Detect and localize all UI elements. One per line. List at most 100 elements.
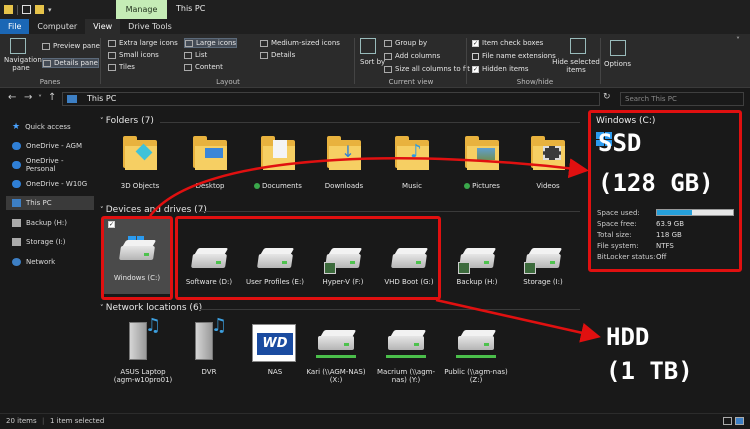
network-item[interactable]: Macrium (\\agm-nas) (Y:) (374, 326, 438, 384)
details-pane-button[interactable]: Details pane (42, 58, 99, 68)
recent-locations-icon[interactable]: ˅ (38, 94, 42, 103)
drive-item[interactable]: Backup (H:) (446, 242, 508, 286)
checkbox[interactable]: ✓ (472, 39, 479, 47)
layout-small-icons[interactable]: Small icons (108, 51, 159, 59)
checkbox[interactable] (472, 52, 479, 60)
tab-computer[interactable]: Computer (29, 19, 85, 34)
layout-medium-icons[interactable]: Medium-sized icons (260, 39, 340, 47)
quick-access-toolbar: ▾ (4, 4, 52, 15)
folder-item[interactable]: Documents (248, 134, 308, 190)
sort-by-button[interactable]: Sort by (360, 58, 385, 66)
sidebar-item-network[interactable]: Network (6, 255, 94, 269)
backup-badge-icon (458, 262, 470, 274)
section-header-devices[interactable]: ˅ Devices and drives (7) (100, 205, 207, 215)
tiles-icon (108, 63, 116, 71)
address-field[interactable]: This PC (62, 92, 600, 106)
layout-large-icons[interactable]: Large icons (184, 38, 238, 48)
folder-item[interactable]: ♪ Music (382, 134, 442, 190)
navigation-pane-icon (10, 38, 26, 54)
network-item[interactable]: Kari (\\AGM-NAS) (X:) (306, 326, 366, 384)
new-folder-icon[interactable] (35, 5, 44, 14)
properties-icon[interactable] (22, 5, 31, 14)
folder-icon: ♪ (395, 134, 429, 170)
item-check-boxes-toggle[interactable]: ✓ Item check boxes (472, 39, 543, 47)
sidebar-item-onedrive-w10g[interactable]: OneDrive - W10G (6, 177, 94, 191)
document-icon (273, 140, 287, 158)
folder-icon: ↓ (327, 134, 361, 170)
checkbox[interactable]: ✓ (472, 65, 479, 73)
forward-arrow-icon[interactable]: → (24, 92, 32, 103)
layout-tiles[interactable]: Tiles (108, 63, 135, 71)
details-view-icon[interactable] (723, 417, 732, 425)
network-item[interactable]: WD NAS (244, 320, 306, 376)
tab-file[interactable]: File (0, 19, 30, 34)
network-item[interactable]: ♫ ASUS Laptop (agm-w10pro01) (112, 317, 174, 385)
group-by-button[interactable]: Group by (384, 39, 427, 47)
preview-pane-button[interactable]: Preview pane (42, 42, 100, 50)
large-icons-icon (185, 39, 193, 47)
sidebar-item-onedrive-personal[interactable]: OneDrive - Personal (6, 157, 94, 173)
sidebar-item-backup[interactable]: Backup (H:) (6, 216, 94, 230)
layout-group-label: Layout (216, 78, 240, 86)
checkbox-label: Hidden items (482, 65, 529, 73)
network-item[interactable]: ♫ DVR (180, 317, 238, 376)
cloud-icon (12, 161, 21, 169)
add-columns-button[interactable]: Add columns (384, 52, 440, 60)
sort-icon (360, 38, 376, 54)
details-highlight-box (588, 110, 742, 272)
layout-option-label: Tiles (119, 63, 135, 71)
star-icon: ★ (12, 122, 21, 132)
sidebar-item-this-pc[interactable]: This PC (6, 196, 94, 210)
network-item[interactable]: Public (\\agm-nas) (Z:) (444, 326, 508, 384)
layout-extra-large-icons[interactable]: Extra large icons (108, 39, 178, 47)
breadcrumb[interactable]: This PC (87, 94, 116, 103)
large-icons-view-icon[interactable] (735, 417, 744, 425)
network-drive-icon (384, 326, 428, 366)
hidden-items-toggle[interactable]: ✓ Hidden items (472, 65, 529, 73)
tab-view[interactable]: View (85, 19, 121, 34)
drive-item[interactable]: Storage (I:) (512, 242, 574, 286)
network-label: Macrium (\\agm-nas) (Y:) (376, 368, 435, 384)
section-header-folders[interactable]: ˅ Folders (7) (100, 116, 154, 126)
folder-item[interactable]: ↓ Downloads (314, 134, 374, 190)
folder-label: Pictures (472, 182, 500, 190)
section-header-network[interactable]: ˅ Network locations (6) (100, 303, 202, 313)
sidebar-item-storage[interactable]: Storage (I:) (6, 235, 94, 249)
folder-item[interactable]: 3D Objects (110, 134, 170, 190)
sidebar-item-label: Storage (I:) (26, 238, 66, 246)
options-button[interactable]: Options (604, 60, 631, 68)
folder-item[interactable]: Desktop (180, 134, 240, 190)
add-columns-label: Add columns (395, 52, 441, 60)
layout-details[interactable]: Details (260, 51, 295, 59)
panes-group: Navigation pane Preview pane Details pan… (4, 36, 100, 86)
navigation-pane-button[interactable]: Navigation pane (4, 56, 42, 72)
tab-drive-tools[interactable]: Drive Tools (120, 19, 180, 34)
ribbon-tabs: File Computer View Drive Tools (0, 19, 750, 34)
file-name-extensions-toggle[interactable]: File name extensions (472, 52, 556, 60)
drive-icon (12, 219, 21, 227)
back-arrow-icon[interactable]: ← (8, 92, 16, 103)
search-input[interactable]: Search This PC (620, 92, 744, 106)
manage-tab[interactable]: Manage (116, 0, 167, 19)
hide-selected-items-button[interactable]: Hide selected items (552, 58, 600, 74)
sidebar-item-onedrive-agm[interactable]: OneDrive - AGM (6, 139, 94, 153)
divider (200, 211, 580, 212)
folder-icon (531, 134, 565, 170)
chevron-down-icon[interactable]: ▾ (48, 6, 52, 14)
folder-item[interactable]: Pictures (452, 134, 512, 190)
folder-icon (123, 134, 157, 170)
preview-pane-label: Preview pane (53, 42, 100, 50)
item-count: 20 items (6, 417, 37, 425)
folder-item[interactable]: Videos (518, 134, 578, 190)
sidebar-item-quick-access[interactable]: ★ Quick access (6, 120, 94, 134)
size-all-columns-button[interactable]: Size all columns to fit (384, 65, 470, 73)
divider (160, 122, 580, 123)
refresh-icon[interactable]: ↻ (603, 92, 611, 102)
up-arrow-icon[interactable]: ↑ (48, 92, 56, 103)
chevron-down-icon[interactable]: ˅ (736, 36, 740, 45)
folder-icon[interactable] (4, 5, 13, 14)
layout-content[interactable]: Content (184, 63, 223, 71)
layout-list[interactable]: List (184, 51, 207, 59)
list-icon (184, 51, 192, 59)
layout-option-label: Medium-sized icons (271, 39, 340, 47)
